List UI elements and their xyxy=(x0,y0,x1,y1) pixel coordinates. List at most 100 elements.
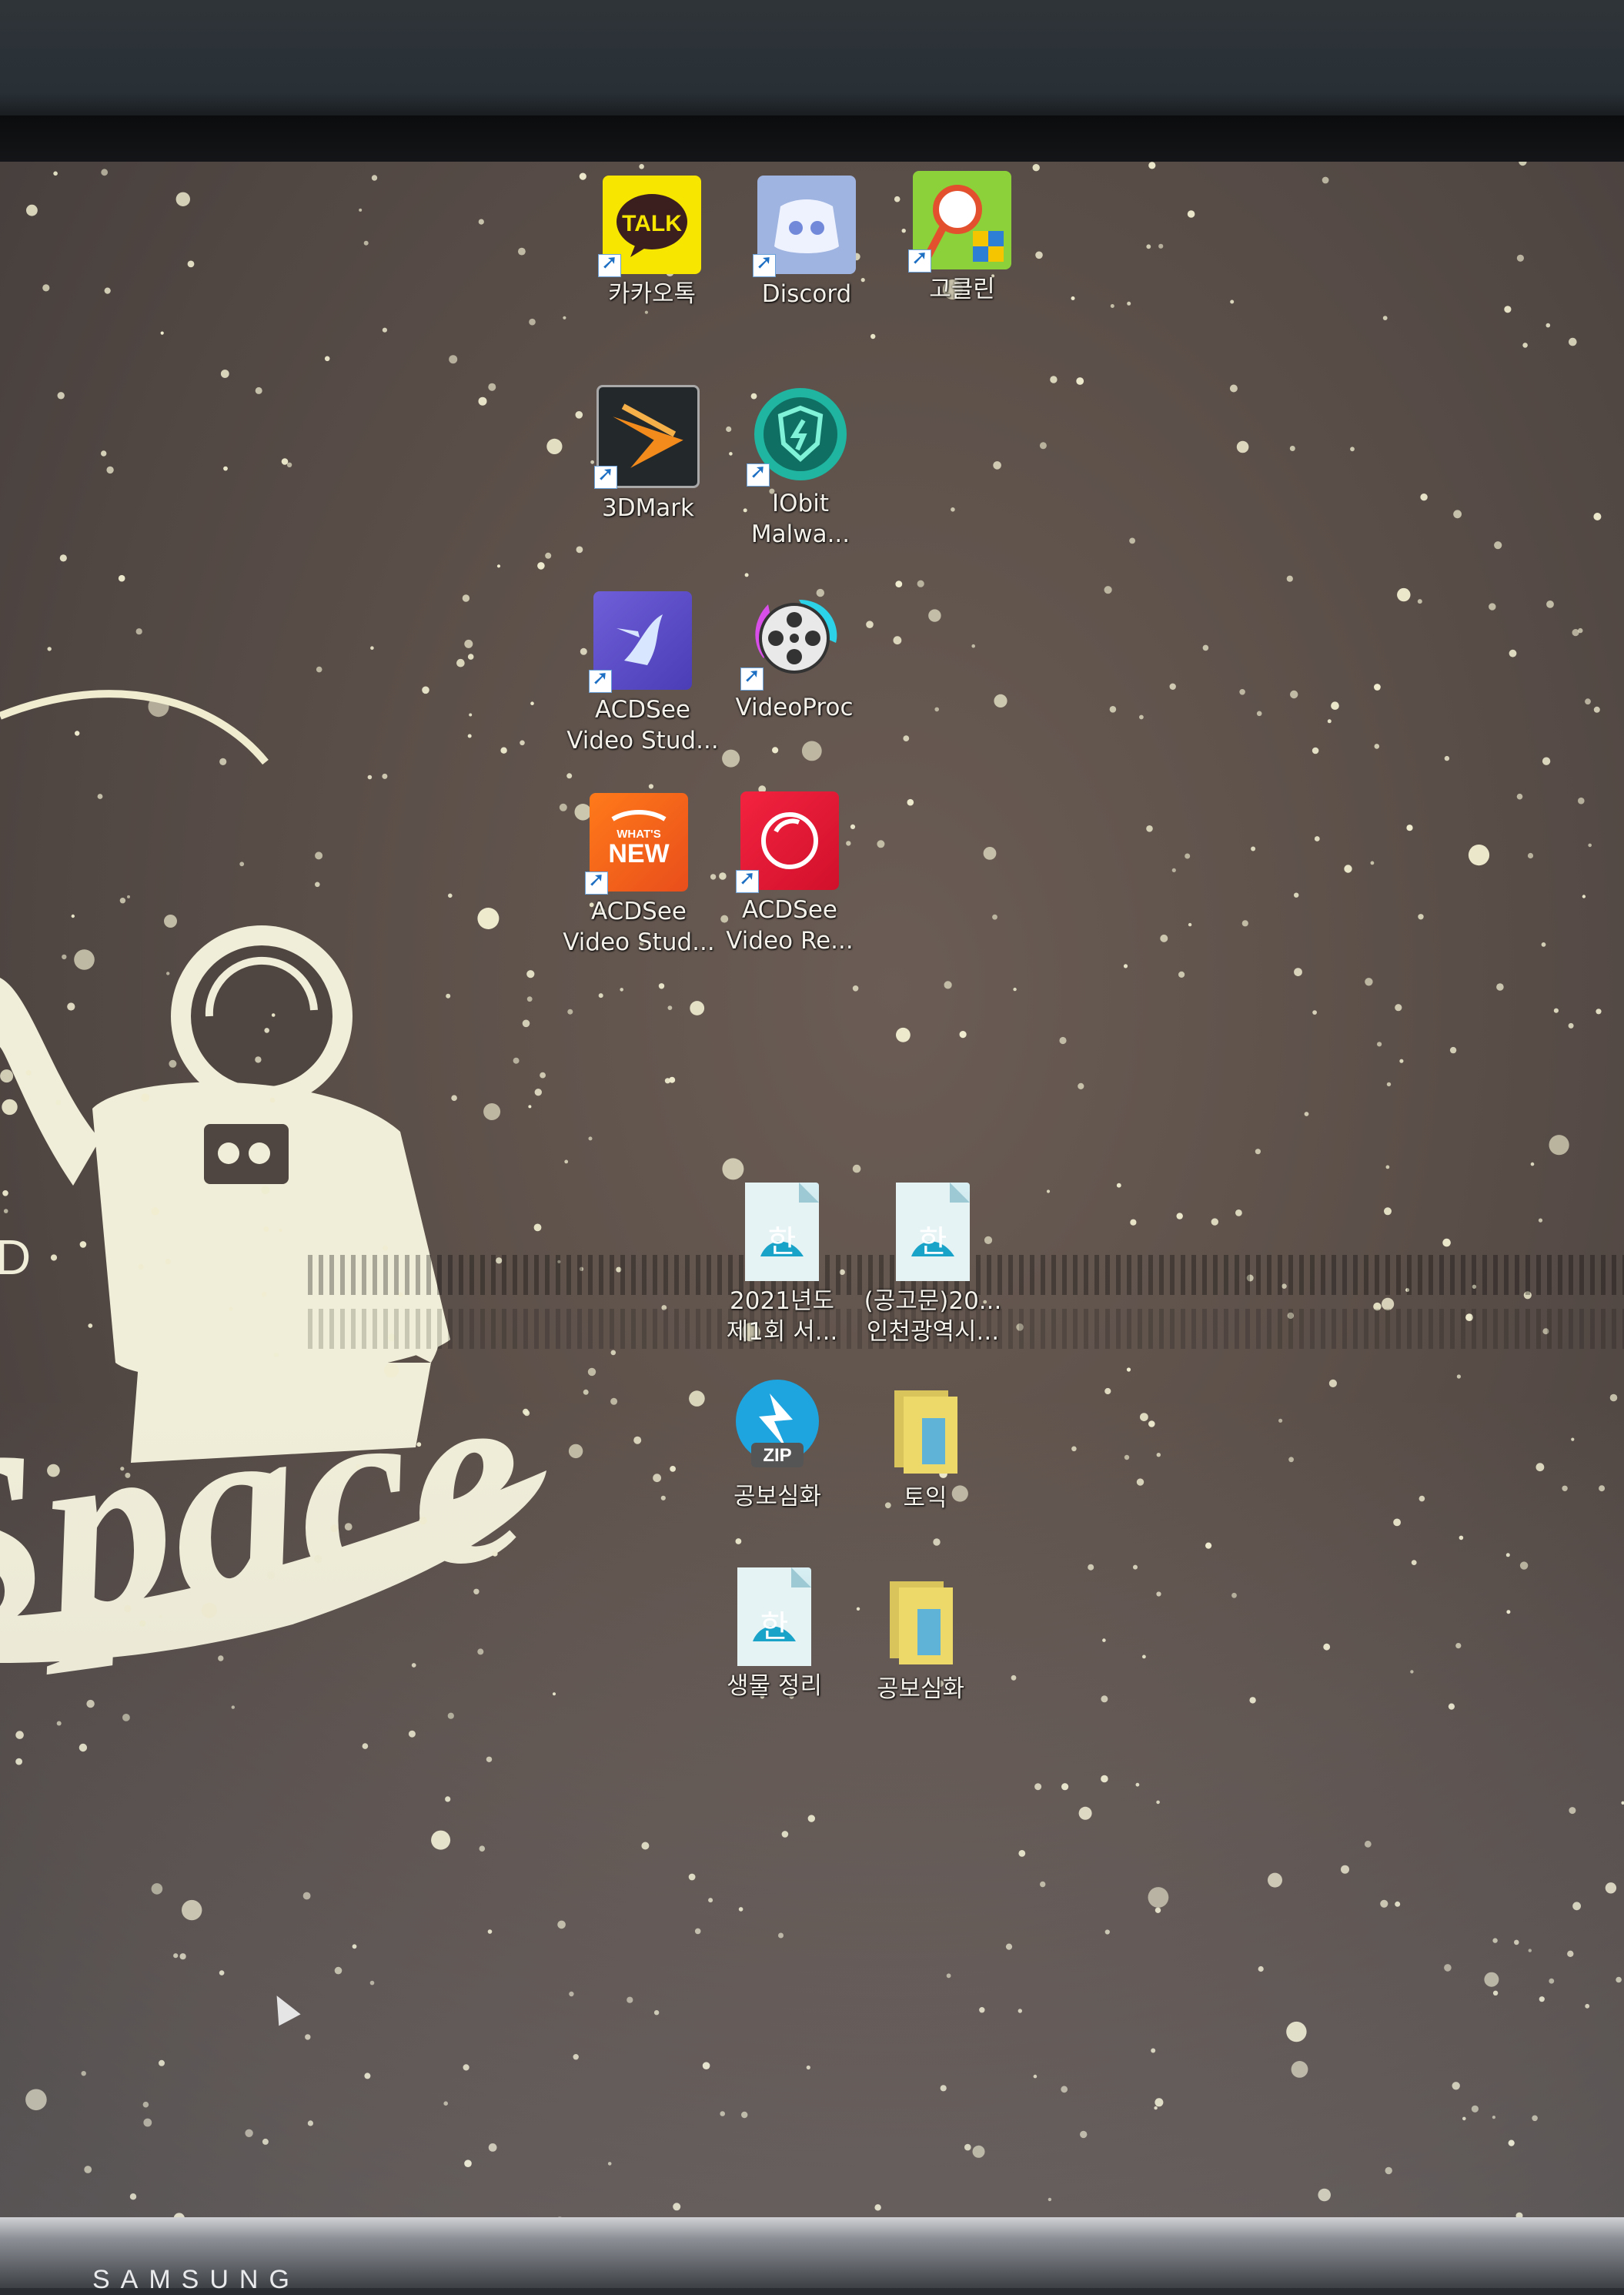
star xyxy=(1494,541,1502,550)
star xyxy=(1541,942,1546,947)
hwp-document-icon: 한 xyxy=(745,1183,819,1281)
star xyxy=(1236,440,1249,453)
star xyxy=(53,171,58,176)
star xyxy=(1516,793,1523,800)
star xyxy=(148,696,169,718)
star xyxy=(0,1069,14,1083)
star xyxy=(57,392,65,400)
star xyxy=(261,1292,267,1297)
star xyxy=(1123,964,1128,969)
desktop-icon-folder-toeic[interactable]: 토익 xyxy=(848,1380,1002,1514)
star xyxy=(255,386,262,394)
desktop-icon-goclean[interactable]: 고클린 xyxy=(885,171,1039,305)
star xyxy=(1509,649,1517,657)
star xyxy=(546,438,563,454)
desktop-icon-kakaotalk[interactable]: TALK 카카오톡 xyxy=(575,176,729,309)
desktop-icon-hwp-2021[interactable]: 한 2021년도 제1회 서... xyxy=(705,1183,859,1347)
star xyxy=(1229,384,1238,393)
desktop-icon-label: ACDSee Video Re... xyxy=(726,896,854,955)
star xyxy=(1417,599,1422,604)
star xyxy=(1241,920,1248,927)
shortcut-arrow-icon xyxy=(585,868,608,895)
star xyxy=(104,287,111,294)
folder-icon xyxy=(887,1380,964,1478)
hwp-document-icon: 한 xyxy=(737,1567,811,1666)
star xyxy=(1314,836,1320,841)
svg-text:한: 한 xyxy=(768,1224,797,1260)
star xyxy=(1385,1165,1390,1169)
star xyxy=(165,1259,171,1265)
star xyxy=(1327,719,1332,724)
star xyxy=(520,740,525,746)
star xyxy=(1530,1162,1535,1166)
desktop-icon-label: IObit Malwa... xyxy=(750,490,850,548)
desktop-icon-3dmark[interactable]: 3DMark xyxy=(571,385,725,524)
star xyxy=(26,204,38,216)
desktop-icon-videoproc[interactable]: VideoProc xyxy=(717,589,871,723)
desktop-icon-iobit-malware-fighter[interactable]: IObit Malwa... xyxy=(723,385,877,550)
svg-text:NEW: NEW xyxy=(608,839,670,868)
star xyxy=(449,355,458,364)
star xyxy=(478,396,487,406)
desktop-icon-label: 카카오톡 xyxy=(607,280,697,308)
star xyxy=(74,949,95,970)
desktop-icon-folder-gongbo[interactable]: 공보심화 xyxy=(844,1571,997,1705)
desktop-icon-label: (공고문)20... 인천광역시... xyxy=(864,1287,1002,1346)
star xyxy=(934,707,939,712)
star xyxy=(1071,296,1075,300)
star xyxy=(2,1190,8,1196)
desktop-icon-label: ACDSee Video Stud... xyxy=(566,696,719,754)
desktop-icon-acdsee-video-studio[interactable]: ACDSee Video Stud... xyxy=(566,591,720,756)
star xyxy=(42,284,50,292)
shortcut-arrow-icon xyxy=(747,460,770,487)
star xyxy=(667,1005,673,1010)
star xyxy=(772,747,779,754)
star xyxy=(564,1159,569,1164)
star xyxy=(1211,1218,1219,1226)
desktop-icon-hwp-biology[interactable]: 한 생물 정리 xyxy=(697,1567,851,1701)
star xyxy=(1549,1135,1569,1156)
star xyxy=(1350,447,1355,452)
star xyxy=(462,594,470,602)
desktop-icon-label: Discord xyxy=(761,280,852,308)
desktop-icon-zip-gongbo[interactable]: ZIP 공보심화 xyxy=(700,1378,854,1512)
star xyxy=(315,851,323,860)
desktop-icon-acdsee-video-recorder[interactable]: ACDSee Video Re... xyxy=(713,791,867,956)
star xyxy=(1397,587,1411,602)
star xyxy=(563,316,566,319)
desktop-icon-acdsee-whats-new[interactable]: WHAT'SNEW ACDSee Video Stud... xyxy=(562,793,716,958)
star xyxy=(151,1207,159,1216)
desktop-icon-label: 고클린 xyxy=(929,276,995,303)
star xyxy=(1046,1189,1051,1193)
star xyxy=(263,1226,269,1232)
star xyxy=(1331,701,1339,710)
star xyxy=(370,646,374,650)
star xyxy=(1377,1042,1382,1047)
shortcut-arrow-icon xyxy=(736,867,759,893)
star xyxy=(135,628,142,635)
star xyxy=(88,1323,93,1328)
desktop-icon-hwp-notice[interactable]: 한 (공고문)20... 인천광역시... xyxy=(856,1183,1010,1347)
star xyxy=(1395,1004,1402,1012)
star xyxy=(324,356,330,362)
star xyxy=(533,1223,542,1232)
star xyxy=(992,914,997,920)
desktop-icon-label: 공보심화 xyxy=(876,1675,965,1703)
star xyxy=(513,1057,520,1064)
desktop-icon-discord[interactable]: Discord xyxy=(730,176,884,309)
monitor-brand-logo: SAMSUNG xyxy=(92,2265,300,2294)
folder-icon xyxy=(882,1571,959,1669)
star xyxy=(1290,690,1298,699)
desktop-screen[interactable]: D Space TALK 카카오톡 Discord 고클린 3DMark xyxy=(0,162,1624,2233)
star xyxy=(255,1056,262,1063)
star xyxy=(371,175,378,181)
star xyxy=(1420,493,1428,501)
shortcut-arrow-icon xyxy=(598,251,621,277)
star xyxy=(1442,1238,1451,1247)
star xyxy=(1328,1379,1337,1387)
star xyxy=(101,169,109,176)
star xyxy=(598,993,603,999)
star xyxy=(951,507,955,512)
star xyxy=(1588,843,1592,848)
star xyxy=(264,1028,270,1033)
